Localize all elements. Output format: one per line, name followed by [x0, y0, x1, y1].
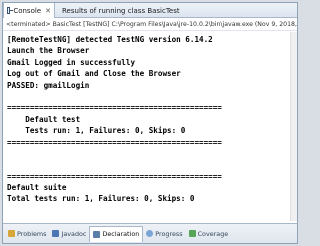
coverage-icon — [188, 230, 196, 237]
tab-javadoc-label: Javadoc — [61, 229, 87, 238]
console-line: Default suite — [7, 183, 67, 193]
console-line: Log out of Gmail and Close the Browser — [7, 69, 181, 79]
tab-results-label: Results of running class BasicTest — [62, 6, 180, 15]
tab-javadoc[interactable]: Javadoc — [49, 226, 89, 242]
console-view: Console ✕ Results of running class Basic… — [2, 2, 298, 244]
console-line: Tests run: 1, Failures: 0, Skips: 0 — [7, 126, 186, 136]
tab-console[interactable]: Console ✕ — [3, 3, 55, 18]
vertical-scrollbar[interactable] — [290, 32, 297, 221]
process-status-line: <terminated> BasicTest [TestNG] C:\Progr… — [3, 18, 297, 31]
bottom-tab-bar: Problems Javadoc Declaration Progress Co… — [3, 223, 297, 243]
console-line: Default test — [7, 114, 81, 124]
console-output[interactable]: [RemoteTestNG] detected TestNG version 6… — [7, 34, 297, 221]
tab-declaration[interactable]: Declaration — [89, 225, 144, 242]
tab-problems-label: Problems — [17, 229, 47, 238]
console-line: [RemoteTestNG] detected TestNG version 6… — [7, 35, 213, 44]
tab-coverage-label: Coverage — [197, 229, 229, 238]
close-icon[interactable]: ✕ — [45, 7, 51, 15]
console-separator: ========================================… — [7, 137, 222, 147]
problems-icon — [8, 230, 15, 237]
tab-declaration-label: Declaration — [102, 230, 140, 238]
tab-progress[interactable]: Progress — [143, 226, 185, 242]
view-tab-bar: Console ✕ Results of running class Basic… — [3, 3, 297, 18]
tab-problems[interactable]: Problems — [5, 226, 49, 242]
console-separator: ========================================… — [7, 103, 222, 113]
console-icon — [7, 7, 14, 14]
console-separator: ========================================… — [7, 171, 222, 181]
tab-progress-label: Progress — [155, 229, 183, 238]
tab-console-label: Console — [13, 6, 42, 15]
declaration-icon — [93, 230, 101, 238]
tab-coverage[interactable]: Coverage — [186, 226, 232, 242]
console-line: Gmail Logged in successfully — [7, 57, 136, 67]
javadoc-icon — [52, 230, 60, 237]
progress-icon — [146, 230, 154, 237]
console-line: Total tests run: 1, Failures: 0, Skips: … — [7, 194, 195, 204]
tab-testng-results[interactable]: Results of running class BasicTest — [56, 3, 180, 18]
console-line: Launch the Browser — [7, 46, 90, 56]
console-line: PASSED: gmailLogin — [7, 80, 90, 90]
